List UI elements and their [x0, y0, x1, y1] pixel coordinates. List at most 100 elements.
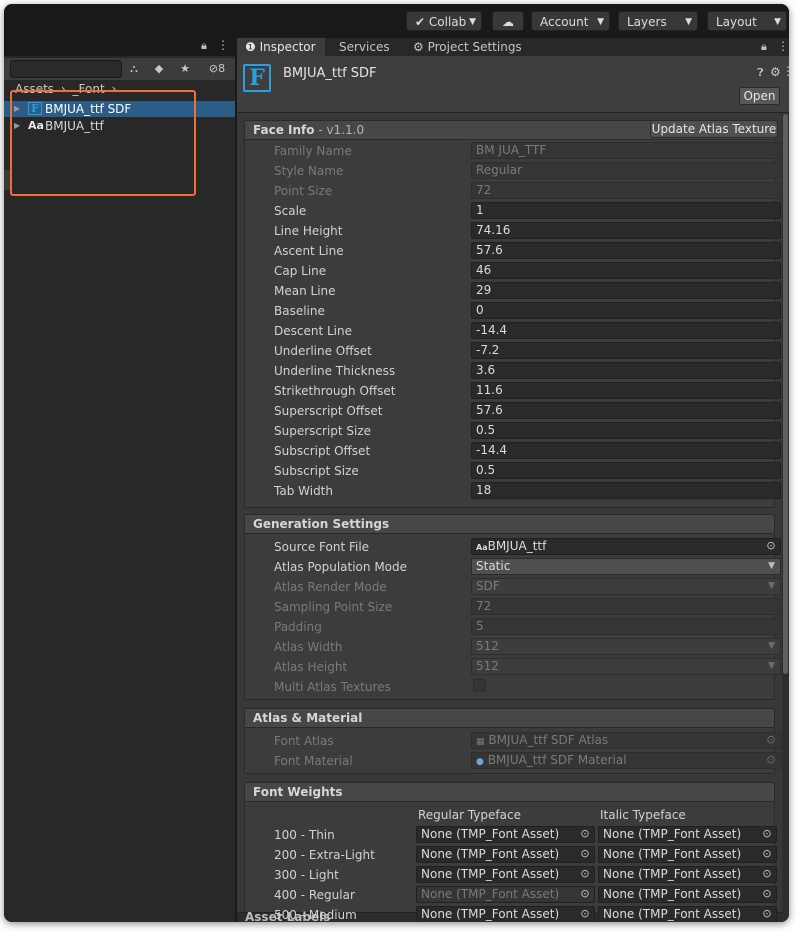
atlas-material-header[interactable]: Atlas & Material [244, 708, 775, 728]
italic-typeface-field[interactable]: None (TMP_Font Asset) ⊙ [598, 886, 777, 903]
scrollbar-thumb[interactable] [783, 114, 788, 674]
face-info-label: Mean Line [274, 284, 336, 298]
italic-typeface-field[interactable]: None (TMP_Font Asset) ⊙ [598, 866, 777, 883]
help-icon[interactable]: ❓︎ [757, 66, 764, 80]
star-icon[interactable]: ★ [176, 61, 194, 77]
object-picker-icon[interactable]: ⊙ [761, 828, 773, 840]
face-info-field[interactable]: 0.5 [471, 462, 781, 479]
font-weights-header[interactable]: Font Weights [244, 782, 775, 802]
atlas-population-mode-label: Atlas Population Mode [274, 560, 408, 574]
lock-icon[interactable]: 🔒︎ [761, 40, 767, 54]
regular-typeface-field[interactable]: None (TMP_Font Asset) ⊙ [416, 906, 595, 922]
regular-typeface-field[interactable]: None (TMP_Font Asset) ⊙ [416, 826, 595, 843]
object-picker-icon[interactable]: ⊙ [579, 848, 591, 860]
face-info-label: Baseline [274, 304, 325, 318]
face-info-field: Regular [471, 162, 781, 179]
object-picker-icon: ⊙ [766, 733, 776, 746]
multi-atlas-textures-checkbox [473, 679, 486, 692]
regular-typeface-field[interactable]: None (TMP_Font Asset) ⊙ [416, 846, 595, 863]
italic-typeface-field[interactable]: None (TMP_Font Asset) ⊙ [598, 906, 777, 922]
regular-typeface-header: Regular Typeface [418, 808, 521, 822]
italic-typeface-value: None (TMP_Font Asset) [603, 907, 742, 921]
italic-typeface-value: None (TMP_Font Asset) [603, 827, 742, 841]
face-info-field[interactable]: 0.5 [471, 422, 781, 439]
object-picker-icon[interactable]: ⊙ [761, 888, 773, 900]
object-picker-icon[interactable]: ⊙ [765, 540, 777, 552]
face-info-field[interactable]: 74.16 [471, 222, 781, 239]
face-info-label: Ascent Line [274, 244, 344, 258]
object-picker-icon[interactable]: ⊙ [579, 868, 591, 880]
face-info-label: Family Name [274, 144, 352, 158]
account-dropdown[interactable]: Account ▼ [531, 11, 610, 31]
italic-typeface-field[interactable]: None (TMP_Font Asset) ⊙ [598, 846, 777, 863]
italic-typeface-value: None (TMP_Font Asset) [603, 887, 742, 901]
tab-label: Inspector [259, 40, 316, 54]
kebab-menu-icon[interactable]: ⋮ [782, 64, 789, 78]
object-picker-icon[interactable]: ⊙ [579, 828, 591, 840]
generation-settings-header[interactable]: Generation Settings [244, 514, 775, 534]
face-info-field[interactable]: -7.2 [471, 342, 781, 359]
italic-typeface-header: Italic Typeface [600, 808, 686, 822]
layers-dropdown[interactable]: Layers ▼ [618, 11, 698, 31]
font-weight-label: 300 - Light [274, 868, 339, 882]
face-info-field[interactable]: 3.6 [471, 362, 781, 379]
object-picker-icon[interactable]: ⊙ [761, 848, 773, 860]
face-info-label: Tab Width [274, 484, 333, 498]
chevron-down-icon: ▼ [768, 561, 775, 571]
inspector-scrollbar[interactable] [782, 114, 789, 922]
chevron-down-icon: ▼ [597, 17, 604, 27]
face-info-field[interactable]: 18 [471, 482, 781, 499]
face-info-label: Descent Line [274, 324, 352, 338]
filter-by-type-icon[interactable]: ⛬ [125, 61, 143, 77]
face-info-field[interactable]: 0 [471, 302, 781, 319]
tab-services[interactable]: Services [331, 38, 398, 56]
kebab-menu-icon[interactable]: ⋮ [777, 39, 789, 53]
project-toolbar: ⛬ ◆ ★ ⊘8 [4, 58, 235, 80]
italic-typeface-field[interactable]: None (TMP_Font Asset) ⊙ [598, 826, 777, 843]
cloud-button[interactable]: ☁ [492, 11, 524, 31]
regular-typeface-field[interactable]: None (TMP_Font Asset) ⊙ [416, 866, 595, 883]
panel-resize-handle[interactable] [4, 170, 10, 190]
collab-button[interactable]: ✔ Collab ▼ [406, 11, 482, 31]
search-input[interactable] [10, 60, 122, 78]
asset-title: BMJUA_ttf SDF [283, 66, 377, 81]
hidden-packages-toggle[interactable]: ⊘8 [202, 61, 232, 77]
font-file-icon: Aa [476, 543, 488, 552]
atlas-population-mode-dropdown[interactable]: Static ▼ [471, 558, 781, 575]
face-info-field[interactable]: 11.6 [471, 382, 781, 399]
atlas-render-mode-value: SDF [476, 579, 500, 593]
face-info-field[interactable]: -14.4 [471, 322, 781, 339]
tag-icon[interactable]: ◆ [150, 61, 168, 77]
source-font-file-field[interactable]: AaBMJUA_ttf ⊙ [471, 538, 781, 555]
object-picker-icon[interactable]: ⊙ [761, 868, 773, 880]
object-picker-icon[interactable]: ⊙ [579, 908, 591, 920]
object-picker-icon[interactable]: ⊙ [761, 908, 773, 920]
kebab-menu-icon[interactable]: ⋮ [217, 38, 229, 52]
info-icon: ❶ [245, 40, 256, 54]
project-panel: 🔒︎ ⋮ ⛬ ◆ ★ ⊘8 Assets › _Font › ▶ F BMJUA… [4, 38, 235, 922]
eye-slash-icon: ⊘ [208, 62, 219, 75]
regular-typeface-field: None (TMP_Font Asset) ⊙ [416, 886, 595, 903]
tab-inspector[interactable]: ❶ Inspector [237, 38, 325, 56]
face-info-field[interactable]: 57.6 [471, 242, 781, 259]
face-info-label: Superscript Offset [274, 404, 383, 418]
face-info-field[interactable]: 29 [471, 282, 781, 299]
tab-project-settings[interactable]: ⚙ Project Settings [405, 38, 530, 56]
face-info-field[interactable]: 1 [471, 202, 781, 219]
cloud-icon: ☁ [502, 15, 514, 29]
hidden-count: 8 [218, 62, 226, 75]
atlas-height-value: 512 [476, 659, 499, 673]
font-material-field: ● BMJUA_ttf SDF Material ⊙ [471, 752, 781, 769]
face-info-field[interactable]: 57.6 [471, 402, 781, 419]
chevron-down-icon: ▼ [774, 17, 781, 27]
settings-icon[interactable]: ⚙ [770, 65, 781, 79]
update-atlas-texture-button[interactable]: Update Atlas Texture [650, 120, 778, 138]
font-material-label: Font Material [274, 754, 353, 768]
face-info-label: Scale [274, 204, 307, 218]
open-button[interactable]: Open [739, 87, 780, 105]
account-label: Account [540, 15, 589, 29]
lock-icon[interactable]: 🔒︎ [201, 39, 207, 53]
layout-dropdown[interactable]: Layout ▼ [707, 11, 787, 31]
face-info-field[interactable]: 46 [471, 262, 781, 279]
face-info-field[interactable]: -14.4 [471, 442, 781, 459]
